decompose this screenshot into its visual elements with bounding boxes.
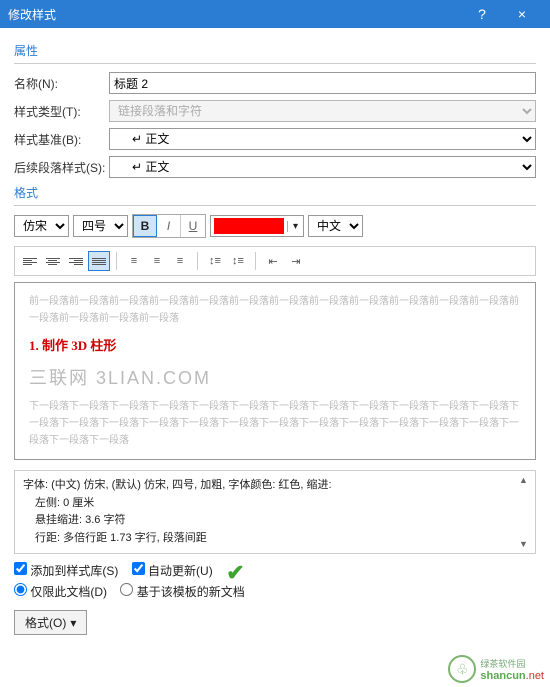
name-label: 名称(N): [14,75,109,92]
help-button[interactable]: ? [462,6,502,22]
font-select[interactable]: 仿宋 [14,215,69,237]
scroll-up-icon[interactable]: ▲ [519,473,533,487]
close-button[interactable]: × [502,6,542,22]
next-select[interactable]: ↵ 正文 [109,156,536,178]
lang-select[interactable]: 中文 [308,215,363,237]
add-gallery-checkbox[interactable]: 添加到样式库(S) [14,564,118,578]
underline-button[interactable]: U [181,215,205,237]
space-before-dec-button[interactable]: ↕≡ [227,251,249,271]
bold-button[interactable]: B [133,215,157,237]
name-input[interactable] [109,72,536,94]
preview-before: 前一段落前一段落前一段落前一段落前一段落前一段落前一段落前一段落前一段落前一段落… [29,293,521,327]
this-doc-radio[interactable]: 仅限此文档(D) [14,585,107,599]
titlebar: 修改样式 ? × [0,0,550,28]
align-right-button[interactable] [65,251,87,271]
font-color-select[interactable]: ▾ [210,215,304,237]
format-button[interactable]: 格式(O)▾ [14,610,87,635]
color-swatch [214,218,284,234]
align-left-button[interactable] [19,251,41,271]
indent-inc-button[interactable]: ⇥ [285,251,307,271]
align-center-button[interactable] [42,251,64,271]
desc-line-2: 左侧: 0 厘米 [23,495,527,513]
section-properties: 属性 [14,42,536,59]
next-label: 后续段落样式(S): [14,159,109,176]
indent-dec-button[interactable]: ⇤ [262,251,284,271]
base-label: 样式基准(B): [14,131,109,148]
italic-button[interactable]: I [157,215,181,237]
preview-after: 下一段落下一段落下一段落下一段落下一段落下一段落下一段落下一段落下一段落下一段落… [29,398,521,449]
spacing-1-button[interactable]: ≡ [123,251,145,271]
template-radio[interactable]: 基于该模板的新文档 [120,585,244,599]
scroll-down-icon[interactable]: ▼ [519,537,533,551]
space-before-inc-button[interactable]: ↕≡ [204,251,226,271]
type-select: 链接段落和字符 [109,100,536,122]
align-justify-button[interactable] [88,251,110,271]
chevron-down-icon: ▾ [287,221,303,232]
spacing-2-button[interactable]: ≡ [169,251,191,271]
type-label: 样式类型(T): [14,103,109,120]
preview-box: 前一段落前一段落前一段落前一段落前一段落前一段落前一段落前一段落前一段落前一段落… [14,282,536,460]
footer-logo: ♧ 绿茶软件园 shancun.net [448,655,544,683]
base-select[interactable]: ↵ 正文 [109,128,536,150]
desc-line-4: 行距: 多倍行距 1.73 字行, 段落间距 [23,530,527,548]
green-check-icon: ✔ [226,560,244,586]
desc-line-3: 悬挂缩进: 3.6 字符 [23,512,527,530]
description-box: 字体: (中文) 仿宋, (默认) 仿宋, 四号, 加粗, 字体颜色: 红色, … [14,470,536,554]
chevron-down-icon: ▾ [70,616,76,630]
leaf-icon: ♧ [448,655,476,683]
spacing-15-button[interactable]: ≡ [146,251,168,271]
watermark: 三联网 3LIAN.COM [29,363,521,394]
size-select[interactable]: 四号 [73,215,128,237]
paragraph-toolbar: ≡ ≡ ≡ ↕≡ ↕≡ ⇤ ⇥ [14,246,536,276]
biu-group: B I U [132,214,206,238]
dialog-title: 修改样式 [8,6,462,23]
section-format: 格式 [14,184,536,201]
auto-update-checkbox[interactable]: 自动更新(U) [132,564,213,578]
footer-brand: 绿茶软件园 [480,657,544,670]
desc-line-1: 字体: (中文) 仿宋, (默认) 仿宋, 四号, 加粗, 字体颜色: 红色, … [23,477,527,495]
preview-heading: 1. 制作 3D 柱形 [29,335,521,357]
